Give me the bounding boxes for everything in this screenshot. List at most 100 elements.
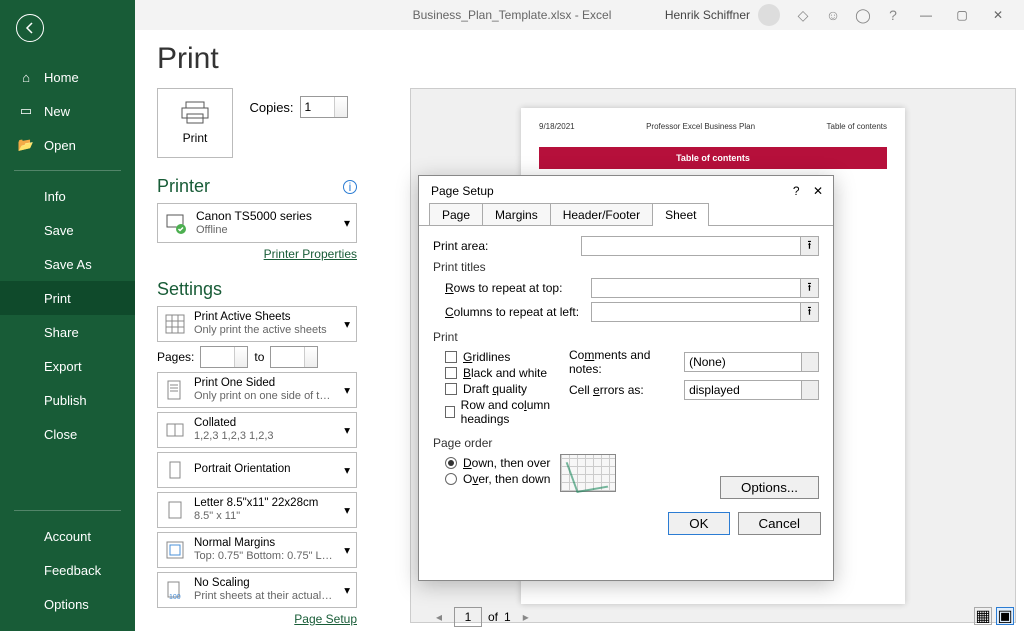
document-title: Business_Plan_Template.xlsx - Excel [413,8,612,22]
printer-status: Offline [196,224,312,237]
diamond-icon[interactable]: ◇ [790,2,816,28]
info-icon[interactable]: i [343,180,357,194]
preview-hdr-center: Professor Excel Business Plan [646,122,755,131]
tab-margins[interactable]: Margins [482,203,551,226]
scaling-icon: 100 [164,579,186,601]
person-icon[interactable]: ◯ [850,2,876,28]
tab-header-footer[interactable]: Header/Footer [550,203,653,226]
maximize-button[interactable]: ▢ [944,1,980,29]
nav-publish[interactable]: Publish [0,383,135,417]
dialog-title: Page Setup [431,184,494,198]
preview-toc-title: Table of contents [540,148,886,168]
preview-nav: ◂ 1 of 1 ▸ [430,607,535,627]
setting-paper[interactable]: Letter 8.5"x11" 22x28cm8.5" x 11" ▾ [157,492,357,528]
portrait-icon [164,459,186,481]
rows-repeat-input[interactable]: ⭱ [591,278,819,298]
nav-label: Info [44,189,66,204]
comments-select[interactable]: (None) [684,352,819,372]
setting-margins[interactable]: Normal MarginsTop: 0.75" Bottom: 0.75" L… [157,532,357,568]
nav-home[interactable]: ⌂Home [0,60,135,94]
tab-page[interactable]: Page [429,203,483,226]
minimize-button[interactable]: — [908,1,944,29]
tab-sheet[interactable]: Sheet [652,203,709,226]
nav-feedback[interactable]: Feedback [0,553,135,587]
cols-repeat-input[interactable]: ⭱ [591,302,819,322]
ok-button[interactable]: OK [668,512,729,535]
chk-label: Gridlines [463,350,510,364]
zoom-page-button[interactable]: ▣ [996,607,1014,625]
rch-checkbox[interactable]: Row and column headings [445,398,569,426]
setting-scaling[interactable]: 100 No ScalingPrint sheets at their actu… [157,572,357,608]
nav-account[interactable]: Account [0,519,135,553]
nav-share[interactable]: Share [0,315,135,349]
pages-label: Pages: [157,350,194,364]
dialog-close-button[interactable]: ✕ [813,184,823,198]
copies-label: Copies: [249,100,293,115]
close-button[interactable]: ✕ [980,1,1016,29]
nav-open[interactable]: 📂Open [0,128,135,162]
copies-input[interactable]: 1 [300,96,348,118]
nav-label: Share [44,325,79,340]
nav-options[interactable]: Options [0,587,135,621]
page-setup-link[interactable]: Page Setup [157,612,357,626]
new-icon: ▭ [18,103,34,119]
over-down-radio[interactable]: Over, then down [445,472,550,486]
next-page-button[interactable]: ▸ [517,608,535,626]
sheets-icon [164,313,186,335]
range-picker-icon[interactable]: ⭱ [800,237,818,255]
setting-sub: 1,2,3 1,2,3 1,2,3 [194,430,274,443]
setting-collated[interactable]: Collated1,2,3 1,2,3 1,2,3 ▾ [157,412,357,448]
nav-label: New [44,104,70,119]
chevron-down-icon: ▾ [344,463,350,477]
range-picker-icon[interactable]: ⭱ [800,303,818,321]
nav-saveas[interactable]: Save As [0,247,135,281]
svg-text:100: 100 [169,594,181,601]
gridlines-checkbox[interactable]: Gridlines [445,350,569,364]
setting-sub: Only print on one side of th… [194,390,334,403]
nav-close[interactable]: Close [0,417,135,451]
range-picker-icon[interactable]: ⭱ [800,279,818,297]
comments-label: Comments and notes: [569,348,676,376]
setting-sided[interactable]: Print One SidedOnly print on one side of… [157,372,357,408]
print-button[interactable]: Print [157,88,233,158]
cancel-button[interactable]: Cancel [738,512,822,535]
margins-icon [164,539,186,561]
nav-label: Close [44,427,77,442]
down-over-radio[interactable]: Down, then over [445,456,550,470]
nav-export[interactable]: Export [0,349,135,383]
bw-checkbox[interactable]: Black and white [445,366,569,380]
smiley-icon[interactable]: ☺ [820,2,846,28]
help-icon[interactable]: ? [880,2,906,28]
printer-dropdown[interactable]: Canon TS5000 series Offline ▾ [157,203,357,243]
to-label: to [254,350,264,364]
chevron-down-icon: ▾ [344,216,350,230]
pages-from-input[interactable] [200,346,248,368]
page-number-input[interactable]: 1 [454,607,482,627]
errors-select[interactable]: displayed [684,380,819,400]
nav-info[interactable]: Info [0,179,135,213]
print-titles-label: Print titles [433,260,819,274]
user-name: Henrik Schiffner [665,8,750,22]
prev-page-button[interactable]: ◂ [430,608,448,626]
printer-name: Canon TS5000 series [196,209,312,223]
setting-title: Collated [194,417,274,431]
setting-orientation[interactable]: Portrait Orientation ▾ [157,452,357,488]
dialog-help-icon[interactable]: ? [793,184,800,198]
chevron-down-icon: ▾ [344,543,350,557]
backstage-sidebar: ⌂Home ▭ New 📂Open Info Save Save As Print… [0,0,135,631]
options-button[interactable]: Options... [720,476,819,499]
nav-new[interactable]: ▭ New [0,94,135,128]
draft-checkbox[interactable]: Draft quality [445,382,569,396]
show-margins-button[interactable]: ▦ [974,607,992,625]
nav-print[interactable]: Print [0,281,135,315]
back-button[interactable] [16,14,44,42]
avatar[interactable] [758,4,780,26]
nav-label: Home [44,70,79,85]
setting-sub: Only print the active sheets [194,324,327,337]
pages-to-input[interactable] [270,346,318,368]
chevron-down-icon: ▾ [344,383,350,397]
nav-save[interactable]: Save [0,213,135,247]
setting-print-what[interactable]: Print Active SheetsOnly print the active… [157,306,357,342]
printer-properties-link[interactable]: Printer Properties [157,247,357,261]
print-area-input[interactable]: ⭱ [581,236,819,256]
